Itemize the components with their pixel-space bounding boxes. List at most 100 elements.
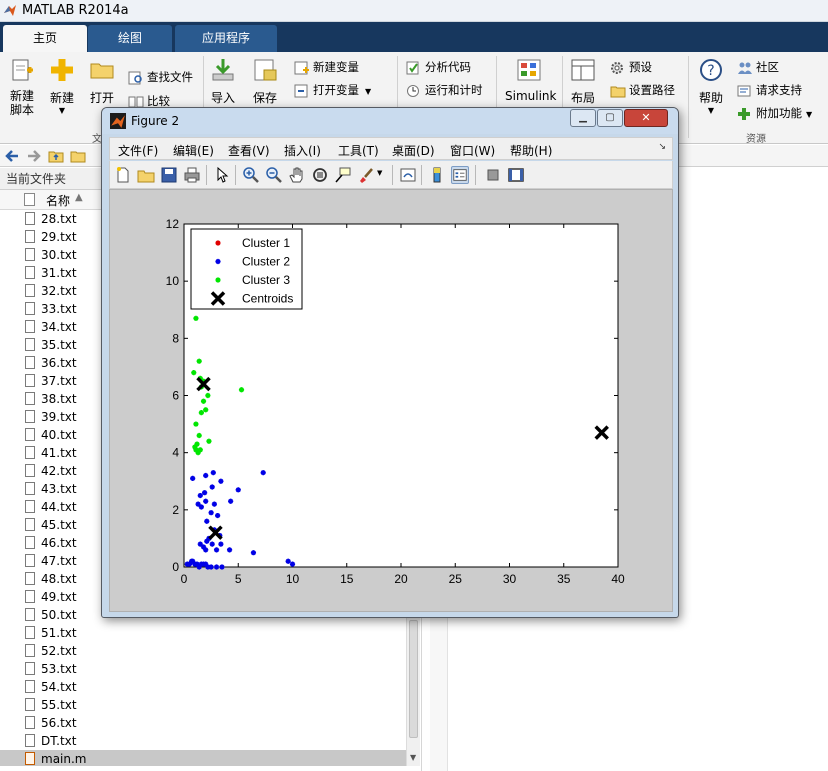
- file-name: 31.txt: [41, 266, 77, 280]
- zoom-out-icon[interactable]: [265, 166, 283, 184]
- new-variable-button[interactable]: 新建变量: [294, 58, 359, 78]
- save-figure-icon[interactable]: [160, 166, 178, 184]
- up-folder-icon[interactable]: [48, 149, 64, 163]
- forward-arrow-icon[interactable]: [26, 149, 42, 163]
- layout-button[interactable]: 布局: [568, 58, 598, 106]
- text-file-icon: [25, 536, 35, 549]
- open-file-icon[interactable]: [137, 166, 155, 184]
- hide-plot-tools-icon[interactable]: [484, 166, 502, 184]
- file-list-item[interactable]: 56.txt: [0, 714, 406, 732]
- link-plot-icon[interactable]: [399, 166, 417, 184]
- menu-help[interactable]: 帮助(H): [510, 142, 552, 159]
- tab-home[interactable]: 主页: [3, 25, 87, 52]
- file-list-item[interactable]: DT.txt: [0, 732, 406, 750]
- text-file-icon: [25, 320, 35, 333]
- file-list-item[interactable]: 51.txt: [0, 624, 406, 642]
- minimize-button[interactable]: ▁: [570, 109, 596, 127]
- text-file-icon: [25, 608, 35, 621]
- name-column-header[interactable]: 名称: [46, 192, 70, 209]
- find-files-button[interactable]: 查找文件: [128, 68, 193, 88]
- save-workspace-button[interactable]: 保存: [251, 58, 279, 106]
- file-name: 49.txt: [41, 590, 77, 604]
- community-button[interactable]: 社区: [737, 58, 779, 78]
- tab-plots[interactable]: 绘图: [88, 25, 172, 52]
- tab-apps[interactable]: 应用程序: [175, 25, 277, 52]
- scroll-down-arrow-icon[interactable]: ▼: [410, 753, 416, 762]
- text-file-icon: [25, 248, 35, 261]
- edit-plot-arrow-icon[interactable]: [213, 166, 231, 184]
- svg-text:?: ?: [707, 63, 714, 79]
- new-figure-icon[interactable]: [114, 166, 132, 184]
- new-script-icon: [12, 59, 33, 81]
- y-tick-label: 12: [166, 217, 180, 231]
- file-list-item[interactable]: 52.txt: [0, 642, 406, 660]
- figure-menubar: 文件(F) 编辑(E) 查看(V) 插入(I) 工具(T) 桌面(D) 窗口(W…: [109, 137, 673, 160]
- menu-file[interactable]: 文件(F): [118, 142, 158, 159]
- data-point-cluster-2: [190, 475, 196, 481]
- new-variable-icon: [294, 61, 309, 74]
- add-ons-button[interactable]: 附加功能 ▼: [737, 104, 812, 124]
- brush-icon[interactable]: [357, 166, 375, 184]
- show-plot-tools-icon[interactable]: [507, 166, 525, 184]
- open-variable-button[interactable]: 打开变量 ▼: [294, 81, 371, 101]
- data-cursor-icon[interactable]: [334, 166, 352, 184]
- file-list-item[interactable]: main.m: [0, 750, 406, 766]
- data-point-cluster-2: [250, 550, 257, 556]
- scatter-plot[interactable]: 0 5 10 15 20 25 30 35 40024681012 Cluster 1Clust…: [110, 190, 674, 613]
- save-workspace-icon: [254, 59, 277, 81]
- file-list-item[interactable]: 53.txt: [0, 660, 406, 678]
- dock-arrow-icon[interactable]: ↘: [658, 142, 666, 152]
- scrollbar-thumb[interactable]: [409, 620, 418, 738]
- legend-icon[interactable]: [451, 166, 469, 184]
- menu-edit[interactable]: 编辑(E): [173, 142, 214, 159]
- file-list-item[interactable]: 55.txt: [0, 696, 406, 714]
- preferences-button[interactable]: 预设: [610, 58, 652, 78]
- menu-tools[interactable]: 工具(T): [338, 142, 379, 159]
- x-tick-label: 15: [340, 572, 354, 586]
- figure-titlebar[interactable]: Figure 2 ▁ ▢ ✕: [102, 108, 678, 134]
- zoom-in-icon[interactable]: [242, 166, 260, 184]
- data-point-cluster-2: [203, 547, 209, 553]
- file-name: 55.txt: [41, 698, 77, 712]
- toolbar-separator: [235, 165, 236, 185]
- text-file-icon: [25, 644, 35, 657]
- help-button[interactable]: ? 帮助 ▼: [696, 58, 726, 115]
- back-arrow-icon[interactable]: [4, 149, 20, 163]
- menu-view[interactable]: 查看(V): [228, 142, 270, 159]
- gear-icon: [611, 61, 623, 74]
- text-file-icon: [25, 302, 35, 315]
- close-button[interactable]: ✕: [624, 109, 668, 127]
- request-support-button[interactable]: 请求支持: [737, 81, 802, 101]
- chevron-down-icon[interactable]: ▼: [377, 169, 382, 177]
- open-button[interactable]: 打开: [88, 58, 116, 106]
- toolbar-separator: [206, 165, 207, 185]
- pan-hand-icon[interactable]: [288, 166, 306, 184]
- import-button[interactable]: 导入: [209, 58, 237, 106]
- open-variable-icon: [294, 84, 308, 97]
- file-name: 50.txt: [41, 608, 77, 622]
- data-point-cluster-2: [219, 564, 225, 570]
- file-list-item[interactable]: 54.txt: [0, 678, 406, 696]
- menu-window[interactable]: 窗口(W): [450, 142, 495, 159]
- simulink-button[interactable]: Simulink: [505, 58, 556, 103]
- rotate-3d-icon[interactable]: [311, 166, 329, 184]
- colorbar-icon[interactable]: [428, 166, 446, 184]
- x-tick-label: 35: [557, 572, 571, 586]
- new-button[interactable]: 新建 ▼: [46, 58, 78, 115]
- menu-insert[interactable]: 插入(I): [284, 142, 321, 159]
- set-path-button[interactable]: 设置路径: [610, 81, 675, 101]
- maximize-button[interactable]: ▢: [597, 109, 623, 127]
- browse-folder-icon[interactable]: [70, 149, 86, 163]
- new-script-button[interactable]: 新建 脚本: [6, 58, 38, 117]
- x-tick-label: 25: [449, 572, 463, 586]
- analyze-code-button[interactable]: 分析代码: [406, 58, 471, 78]
- open-folder-icon: [90, 63, 114, 79]
- file-name: 47.txt: [41, 554, 77, 568]
- menu-desktop[interactable]: 桌面(D): [392, 142, 435, 159]
- file-name: 34.txt: [41, 320, 77, 334]
- m-file-icon: [25, 752, 35, 765]
- data-point-cluster-2: [210, 470, 216, 476]
- print-icon[interactable]: [183, 166, 201, 184]
- run-and-time-button[interactable]: 运行和计时: [406, 81, 483, 101]
- file-name: 46.txt: [41, 536, 77, 550]
